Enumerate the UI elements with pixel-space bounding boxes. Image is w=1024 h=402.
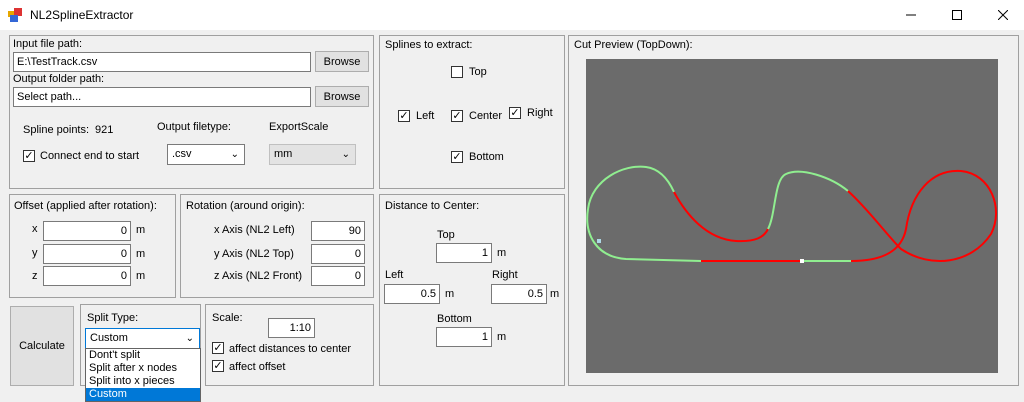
- close-button[interactable]: [980, 0, 1024, 30]
- start-marker: [800, 259, 804, 263]
- scale-label: Scale:: [212, 312, 243, 324]
- chevron-down-icon: ⌄: [341, 149, 350, 160]
- rotation-z-input[interactable]: 0: [311, 266, 365, 286]
- offset-y-input[interactable]: 0: [43, 244, 131, 264]
- split-type-label: Split Type:: [87, 312, 139, 324]
- distance-top-input[interactable]: 1: [436, 243, 492, 263]
- offset-y-unit: m: [136, 248, 146, 260]
- left-checkbox[interactable]: ✓: [398, 110, 410, 122]
- center-checkbox[interactable]: ✓: [451, 110, 463, 122]
- check-icon: ✓: [24, 150, 34, 162]
- affect-offset-label: affect offset: [229, 361, 286, 373]
- offset-x-input[interactable]: 0: [43, 221, 131, 241]
- offset-z-unit: m: [136, 270, 146, 282]
- browse-output-button[interactable]: Browse: [315, 86, 369, 107]
- affect-distances-checkbox[interactable]: ✓: [212, 342, 224, 354]
- top-checkbox[interactable]: [451, 66, 463, 78]
- offset-title: Offset (applied after rotation):: [14, 200, 157, 212]
- distance-top-label: Top: [437, 229, 455, 241]
- connect-checkbox[interactable]: ✓: [23, 150, 35, 162]
- split-option-after-nodes[interactable]: Split after x nodes: [86, 362, 200, 375]
- minimize-icon: [906, 14, 916, 16]
- filetype-select[interactable]: .csv ⌄: [167, 144, 245, 165]
- filetype-label: Output filetype:: [157, 121, 231, 133]
- split-type-dropdown: Dont't split Split after x nodes Split i…: [85, 348, 201, 402]
- connect-label: Connect end to start: [40, 150, 140, 162]
- check-icon: ✓: [510, 107, 520, 119]
- right-label: Right: [527, 107, 553, 119]
- offset-z-input[interactable]: 0: [43, 266, 131, 286]
- distance-right-unit: m: [550, 288, 560, 300]
- split-option-dont-split[interactable]: Dont't split: [86, 349, 200, 362]
- check-icon: ✓: [452, 151, 462, 163]
- right-checkbox[interactable]: ✓: [509, 107, 521, 119]
- output-path-field[interactable]: Select path...: [13, 87, 311, 107]
- distance-bottom-input[interactable]: 1: [436, 327, 492, 347]
- split-type-select[interactable]: Custom ⌄: [85, 328, 200, 349]
- offset-z-label: z: [32, 270, 38, 282]
- distance-right-input[interactable]: 0.5: [491, 284, 547, 304]
- rotation-y-label: y Axis (NL2 Top): [214, 248, 294, 260]
- check-icon: ✓: [452, 110, 462, 122]
- calculate-button[interactable]: Calculate: [10, 306, 74, 386]
- distance-title: Distance to Center:: [385, 200, 480, 212]
- filetype-value: .csv: [172, 148, 192, 160]
- title-bar: NL2SplineExtractor: [0, 0, 1024, 30]
- split-option-custom[interactable]: Custom: [86, 388, 200, 401]
- distance-left-input[interactable]: 0.5: [384, 284, 440, 304]
- distance-bottom-unit: m: [497, 331, 507, 343]
- preview-title: Cut Preview (TopDown):: [574, 39, 693, 51]
- distance-top-unit: m: [497, 247, 507, 259]
- maximize-icon: [952, 10, 962, 20]
- app-icon: [8, 8, 22, 22]
- output-label: Output folder path:: [13, 73, 105, 85]
- scale-input[interactable]: 1:10: [268, 318, 315, 338]
- check-icon: ✓: [213, 342, 223, 354]
- center-label: Center: [469, 110, 503, 122]
- minimize-button[interactable]: [888, 0, 934, 30]
- exportscale-label: ExportScale: [269, 121, 329, 133]
- left-label: Left: [416, 110, 435, 122]
- split-type-value: Custom: [90, 332, 128, 344]
- exportscale-value: mm: [274, 148, 293, 160]
- splines-title: Splines to extract:: [385, 39, 473, 51]
- distance-left-unit: m: [445, 288, 455, 300]
- chevron-down-icon: ⌄: [185, 333, 194, 344]
- check-icon: ✓: [399, 110, 409, 122]
- rotation-x-label: x Axis (NL2 Left): [214, 224, 295, 236]
- spline-points-value: 921: [95, 124, 114, 136]
- affect-offset-checkbox[interactable]: ✓: [212, 360, 224, 372]
- offset-x-unit: m: [136, 224, 146, 236]
- bottom-checkbox[interactable]: ✓: [451, 151, 463, 163]
- maximize-button[interactable]: [934, 0, 980, 30]
- distance-bottom-label: Bottom: [437, 313, 472, 325]
- browse-input-button[interactable]: Browse: [315, 51, 369, 72]
- input-path-field[interactable]: E:\TestTrack.csv: [13, 52, 311, 72]
- rotation-x-input[interactable]: 90: [311, 221, 365, 241]
- split-option-into-pieces[interactable]: Split into x pieces: [86, 375, 200, 388]
- check-icon: ✓: [213, 360, 223, 372]
- offset-y-label: y: [32, 247, 38, 259]
- end-marker: [597, 239, 601, 243]
- preview-background: [586, 59, 998, 373]
- close-icon: [998, 10, 1008, 20]
- rotation-z-label: z Axis (NL2 Front): [214, 270, 303, 282]
- window-title: NL2SplineExtractor: [30, 8, 134, 22]
- top-label: Top: [469, 66, 487, 78]
- input-label: Input file path:: [13, 38, 83, 50]
- distance-left-label: Left: [385, 269, 404, 281]
- offset-x-label: x: [32, 223, 38, 235]
- rotation-y-input[interactable]: 0: [311, 244, 365, 264]
- bottom-label: Bottom: [469, 151, 504, 163]
- chevron-down-icon: ⌄: [230, 149, 239, 160]
- cut-preview-canvas: [586, 59, 998, 373]
- rotation-title: Rotation (around origin):: [186, 200, 305, 212]
- distance-right-label: Right: [492, 269, 518, 281]
- exportscale-select[interactable]: mm ⌄: [269, 144, 356, 165]
- spline-points-label: Spline points:: [23, 124, 90, 136]
- affect-distances-label: affect distances to center: [229, 343, 352, 355]
